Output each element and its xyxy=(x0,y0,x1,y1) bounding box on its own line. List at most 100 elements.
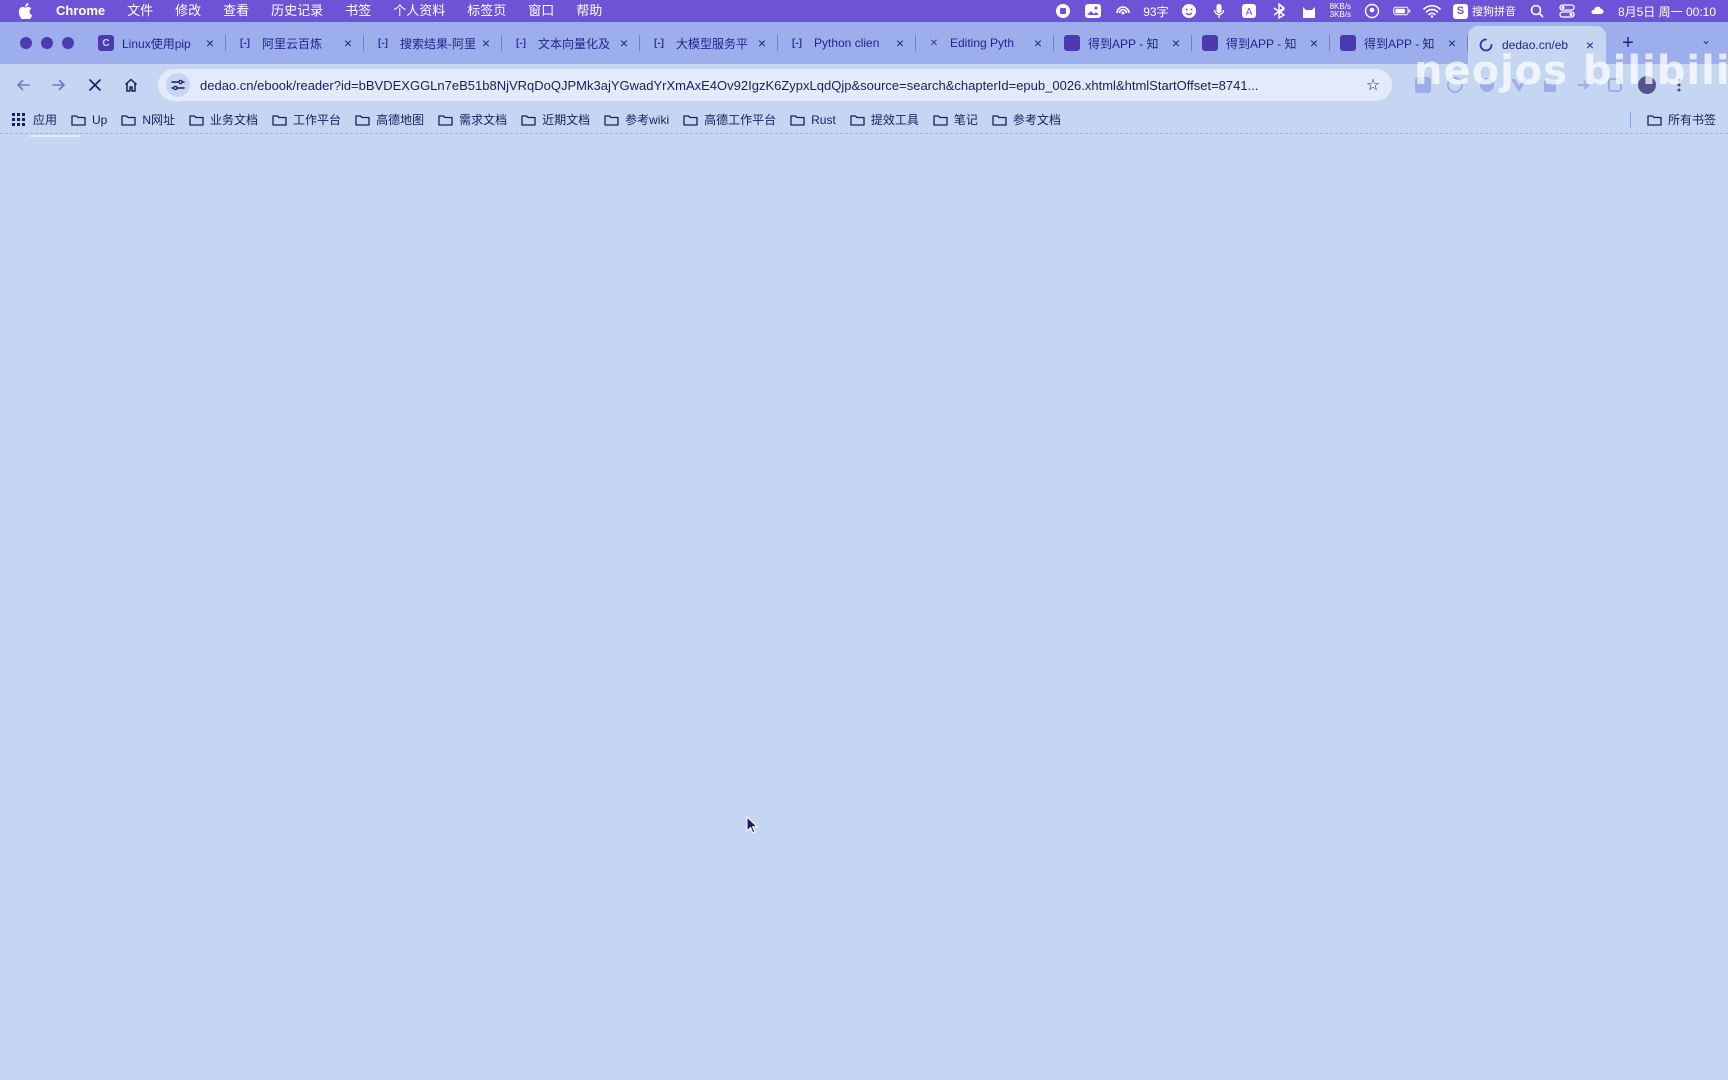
tab-close-icon[interactable]: × xyxy=(1306,35,1322,51)
tab-favicon-icon: C xyxy=(98,35,114,51)
site-info-tune-icon[interactable] xyxy=(166,73,190,97)
user-switch-icon[interactable] xyxy=(1363,3,1381,19)
tab-close-icon[interactable]: × xyxy=(754,35,770,51)
menu-view[interactable]: 查看 xyxy=(212,0,260,22)
translate-icon[interactable]: A xyxy=(1240,3,1258,19)
battery-icon[interactable] xyxy=(1393,3,1411,19)
tab-llm-service[interactable]: [-] 大模型服务平 × xyxy=(640,26,778,60)
airdrop-icon[interactable] xyxy=(1114,3,1132,19)
tab-dedao-app-1[interactable]: 得到APP - 知 × xyxy=(1054,26,1192,60)
input-method-status[interactable]: S 搜狗拼音 xyxy=(1452,3,1516,19)
zoom-window-button[interactable] xyxy=(62,37,74,49)
clock[interactable]: 8月5日 周一 00:10 xyxy=(1618,3,1716,20)
close-window-button[interactable] xyxy=(20,37,32,49)
page-content-loading[interactable] xyxy=(0,135,1728,1080)
folder-icon xyxy=(604,113,619,126)
apple-logo-icon[interactable] xyxy=(18,3,34,19)
home-button[interactable] xyxy=(116,70,146,100)
tab-title: Python clien xyxy=(814,36,880,50)
arrow-left-icon xyxy=(16,79,30,91)
all-bookmarks-label: 所有书签 xyxy=(1667,113,1716,127)
bookmark-folder-reference-wiki[interactable]: 参考wiki xyxy=(604,111,669,128)
tab-title: Editing Pyth xyxy=(950,36,1015,50)
all-bookmarks-button[interactable]: 所有书签 xyxy=(1647,111,1716,128)
tab-favicon-icon: [-] xyxy=(792,37,802,49)
folder-icon xyxy=(189,113,204,126)
home-icon xyxy=(124,78,138,92)
tab-dedao-app-2[interactable]: 得到APP - 知 × xyxy=(1192,26,1330,60)
stop-loading-button[interactable] xyxy=(80,70,110,100)
bookmark-label: 参考文档 xyxy=(1012,113,1061,127)
close-icon xyxy=(89,79,101,91)
menu-history[interactable]: 历史记录 xyxy=(260,0,334,22)
word-count-status[interactable]: 93字 xyxy=(1143,3,1168,20)
loading-indicator xyxy=(30,135,80,137)
tab-close-icon[interactable]: × xyxy=(202,35,218,51)
tab-favicon-icon: [-] xyxy=(240,37,250,49)
bookmark-folder-reference-docs[interactable]: 参考文档 xyxy=(992,111,1061,128)
network-speed-status[interactable]: 8KB/s 3KB/s xyxy=(1330,3,1351,19)
menu-bar-status-area: 93字 A 8KB/s 3KB/s S 搜狗拼音 8月5日 周一 00:10 xyxy=(1048,0,1728,22)
bookmark-folder-rust[interactable]: Rust xyxy=(790,113,836,127)
tab-text-vectorization[interactable]: [-] 文本向量化及 × xyxy=(502,26,640,60)
control-center-icon[interactable] xyxy=(1558,3,1576,19)
bookmark-label: N网址 xyxy=(142,113,176,127)
back-button[interactable] xyxy=(8,70,38,100)
bluetooth-app-icon[interactable] xyxy=(1270,3,1288,19)
tab-title: Linux使用pip xyxy=(122,36,191,51)
tab-close-icon[interactable]: × xyxy=(478,35,494,51)
tab-close-icon[interactable]: × xyxy=(616,35,632,51)
net-down-speed: 3KB/s xyxy=(1329,10,1351,19)
tab-close-icon[interactable]: × xyxy=(1030,35,1046,51)
tab-close-icon[interactable]: × xyxy=(1168,35,1184,51)
tab-close-icon[interactable]: × xyxy=(892,35,908,51)
bookmark-folder-work-platform[interactable]: 工作平台 xyxy=(272,111,341,128)
minimize-window-button[interactable] xyxy=(41,37,53,49)
menu-profiles[interactable]: 个人资料 xyxy=(382,0,456,22)
bookmark-folder-notes[interactable]: 笔记 xyxy=(933,111,978,128)
tab-close-icon[interactable]: × xyxy=(340,35,356,51)
bookmark-folder-amap-work-platform[interactable]: 高德工作平台 xyxy=(683,111,776,128)
folder-icon xyxy=(683,113,698,126)
tab-linux-pip[interactable]: C Linux使用pip × xyxy=(88,26,226,60)
tab-aliyun-bailian[interactable]: [-] 阿里云百炼 × xyxy=(226,26,364,60)
folder-icon xyxy=(521,113,536,126)
microphone-icon[interactable] xyxy=(1210,3,1228,19)
tab-search-results[interactable]: [-] 搜索结果-阿里 × xyxy=(364,26,502,60)
tab-title: 搜索结果-阿里 xyxy=(400,36,476,51)
menu-edit[interactable]: 修改 xyxy=(164,0,212,22)
bookmark-folder-n-sites[interactable]: N网址 xyxy=(121,111,175,128)
tab-title: 大模型服务平 xyxy=(676,36,749,51)
wifi-icon[interactable] xyxy=(1423,3,1441,19)
menu-window[interactable]: 窗口 xyxy=(517,0,565,22)
bookmark-apps[interactable]: 应用 xyxy=(12,111,57,128)
folder-icon xyxy=(992,113,1007,126)
cat-app-icon[interactable] xyxy=(1300,3,1318,19)
emoji-icon[interactable] xyxy=(1180,3,1198,19)
bookmark-folder-productivity-tools[interactable]: 提效工具 xyxy=(850,111,919,128)
folder-icon xyxy=(1647,113,1662,126)
menu-file[interactable]: 文件 xyxy=(116,0,164,22)
screen-record-icon[interactable] xyxy=(1054,3,1072,19)
photos-icon[interactable] xyxy=(1084,3,1102,19)
spotlight-search-icon[interactable] xyxy=(1528,3,1546,19)
svg-text:A: A xyxy=(1245,7,1252,18)
tab-python-client[interactable]: [-] Python clien × xyxy=(778,26,916,60)
tab-editing-python[interactable]: ✕ Editing Pyth × xyxy=(916,26,1054,60)
address-bar[interactable]: dedao.cn/ebook/reader?id=bBVDEXGGLn7eB51… xyxy=(158,69,1392,101)
url-text[interactable]: dedao.cn/ebook/reader?id=bBVDEXGGLn7eB51… xyxy=(200,78,1362,93)
menu-help[interactable]: 帮助 xyxy=(565,0,613,22)
bookmark-folder-requirements[interactable]: 需求文档 xyxy=(438,111,507,128)
bookmark-folder-amap[interactable]: 高德地图 xyxy=(355,111,424,128)
bookmark-folder-up[interactable]: Up xyxy=(71,113,107,127)
menu-app-chrome[interactable]: Chrome xyxy=(50,0,116,22)
bookmark-star-icon[interactable]: ☆ xyxy=(1362,74,1384,96)
bookmarks-divider xyxy=(1629,111,1631,128)
bookmark-folder-business-docs[interactable]: 业务文档 xyxy=(189,111,258,128)
menu-tab[interactable]: 标签页 xyxy=(456,0,517,22)
macos-menu-bar: Chrome 文件 修改 查看 历史记录 书签 个人资料 标签页 窗口 帮助 9… xyxy=(0,0,1728,22)
forward-button[interactable] xyxy=(44,70,74,100)
bookmark-folder-recent-docs[interactable]: 近期文档 xyxy=(521,111,590,128)
menu-bookmarks[interactable]: 书签 xyxy=(334,0,382,22)
weather-moon-icon[interactable] xyxy=(1588,3,1606,19)
